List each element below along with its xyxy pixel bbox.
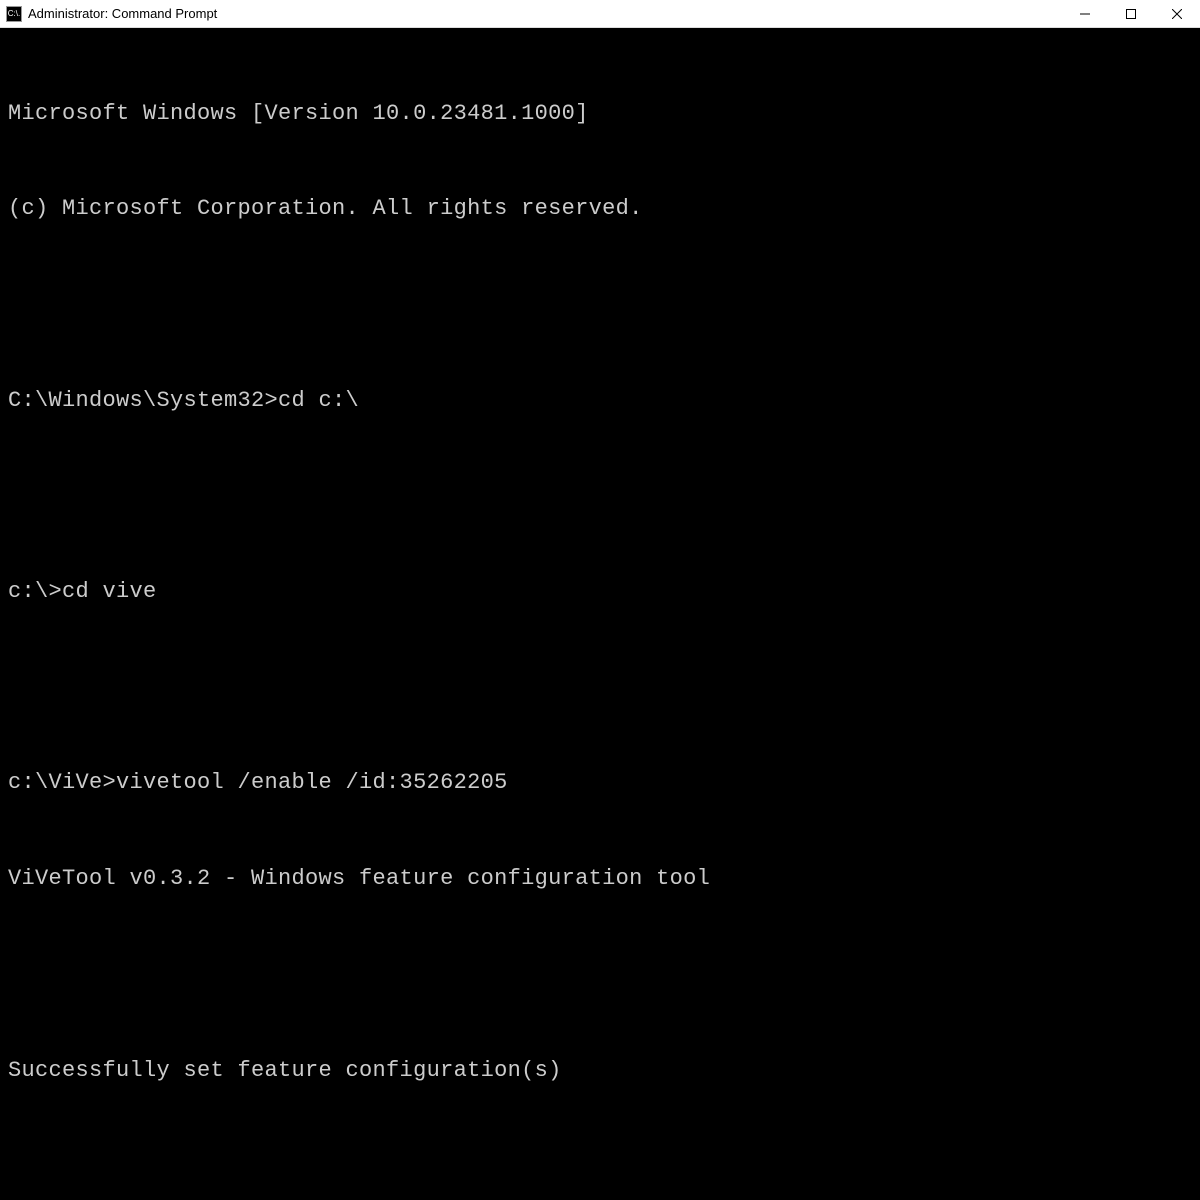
terminal-area[interactable]: Microsoft Windows [Version 10.0.23481.10… <box>0 28 1200 1200</box>
terminal-line <box>8 672 1192 704</box>
cmd-icon: C:\. <box>6 6 22 22</box>
terminal-line: ViVeTool v0.3.2 - Windows feature config… <box>8 863 1192 895</box>
maximize-icon <box>1126 9 1136 19</box>
terminal-line: (c) Microsoft Corporation. All rights re… <box>8 193 1192 225</box>
terminal-line: c:\>cd vive <box>8 576 1192 608</box>
title-bar: C:\. Administrator: Command Prompt <box>0 0 1200 28</box>
terminal-line <box>8 1150 1192 1182</box>
window-controls <box>1062 0 1200 27</box>
minimize-icon <box>1080 9 1090 19</box>
terminal-line <box>8 959 1192 991</box>
terminal-line: c:\ViVe>vivetool /enable /id:35262205 <box>8 767 1192 799</box>
terminal-line <box>8 289 1192 321</box>
close-icon <box>1172 9 1182 19</box>
terminal-line: C:\Windows\System32>cd c:\ <box>8 385 1192 417</box>
maximize-button[interactable] <box>1108 0 1154 28</box>
minimize-button[interactable] <box>1062 0 1108 28</box>
terminal-line: Microsoft Windows [Version 10.0.23481.10… <box>8 98 1192 130</box>
terminal-line <box>8 480 1192 512</box>
terminal-line: Successfully set feature configuration(s… <box>8 1055 1192 1087</box>
window-title: Administrator: Command Prompt <box>28 6 1062 21</box>
close-button[interactable] <box>1154 0 1200 28</box>
